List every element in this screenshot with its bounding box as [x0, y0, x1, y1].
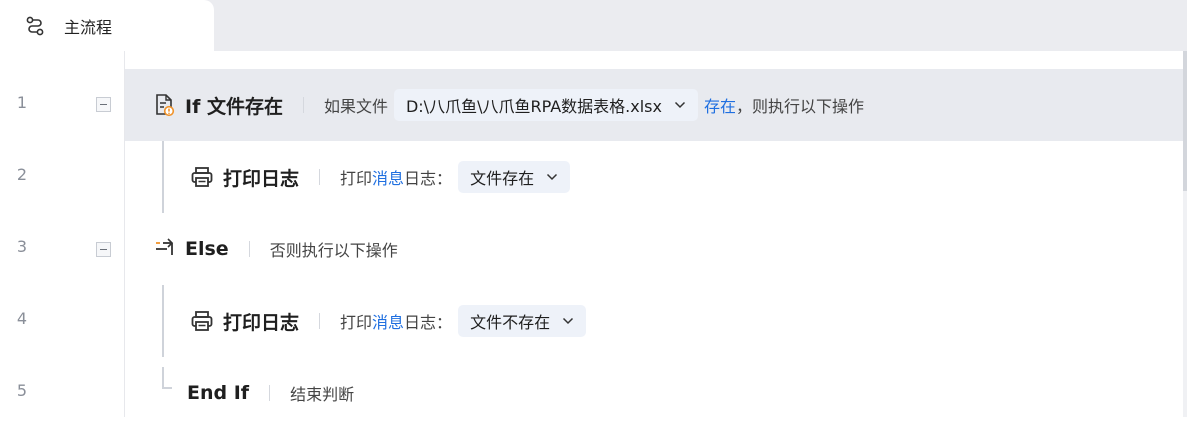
- step-row-print-log[interactable]: 打印日志 打印 消息 日志： 文件存在: [125, 141, 1183, 213]
- log-message-value: 文件存在: [470, 169, 535, 188]
- command-title: 打印日志: [223, 311, 300, 334]
- step-row-end-if[interactable]: End If 结束判断: [125, 357, 1183, 429]
- line-number: 3: [16, 237, 28, 256]
- line-number: 2: [16, 165, 28, 184]
- log-message-value: 文件不存在: [470, 313, 551, 332]
- message-link[interactable]: 消息: [372, 309, 404, 333]
- line-number: 5: [16, 381, 28, 400]
- command-title: Else: [185, 238, 229, 260]
- tab-main-flow[interactable]: 主流程: [0, 0, 214, 51]
- separator: [319, 169, 321, 185]
- step-row-else[interactable]: Else 否则执行以下操作: [125, 213, 1183, 285]
- line-number: 1: [16, 93, 28, 112]
- command-title: If 文件存在: [185, 95, 283, 118]
- separator: [269, 385, 271, 401]
- file-path-select[interactable]: D:\八爪鱼\八爪鱼RPA数据表格.xlsx: [393, 89, 698, 121]
- line-gutter: 1 2 3 4 5: [0, 51, 125, 417]
- step-desc-suffix: 日志：: [404, 313, 453, 332]
- step-desc-prefix: 打印: [340, 169, 373, 188]
- line-number: 4: [16, 309, 28, 328]
- step-desc-suffix: 日志：: [404, 169, 453, 188]
- step-desc-prefix: 打印: [340, 313, 373, 332]
- command-title: End If: [187, 382, 250, 404]
- step-row-if[interactable]: If 文件存在 如果文件 D:\八爪鱼\八爪鱼RPA数据表格.xlsx 存在 ，…: [125, 69, 1183, 141]
- flow-editor: If 文件存在 如果文件 D:\八爪鱼\八爪鱼RPA数据表格.xlsx 存在 ，…: [125, 51, 1183, 417]
- log-message-select[interactable]: 文件不存在: [458, 305, 587, 337]
- separator: [248, 241, 250, 257]
- printer-icon: [189, 164, 215, 190]
- chevron-down-icon: [674, 101, 685, 109]
- step-desc: 否则执行以下操作: [269, 241, 398, 260]
- tab-bar: 主流程: [0, 0, 1187, 51]
- chevron-down-icon: [547, 173, 558, 181]
- step-desc-prefix: 如果文件: [323, 97, 388, 116]
- message-link[interactable]: 消息: [372, 165, 404, 189]
- printer-icon: [189, 308, 215, 334]
- tab-label: 主流程: [64, 17, 113, 37]
- file-check-icon: [151, 92, 177, 118]
- separator: [319, 313, 321, 329]
- log-message-select[interactable]: 文件存在: [458, 161, 571, 193]
- collapse-toggle-if[interactable]: [96, 97, 111, 112]
- step-row-print-log[interactable]: 打印日志 打印 消息 日志： 文件不存在: [125, 285, 1183, 357]
- step-desc: 结束判断: [290, 385, 355, 404]
- step-desc-suffix: ，则执行以下操作: [735, 97, 864, 116]
- file-path-value: D:\八爪鱼\八爪鱼RPA数据表格.xlsx: [405, 97, 662, 116]
- flow-icon: [26, 16, 44, 35]
- command-title: 打印日志: [223, 167, 300, 190]
- separator: [302, 97, 304, 113]
- scrollbar-thumb[interactable]: [1183, 51, 1187, 191]
- condition-link[interactable]: 存在: [704, 93, 736, 117]
- chevron-down-icon: [563, 317, 574, 325]
- branch-icon: [151, 236, 177, 262]
- collapse-toggle-else[interactable]: [96, 242, 111, 257]
